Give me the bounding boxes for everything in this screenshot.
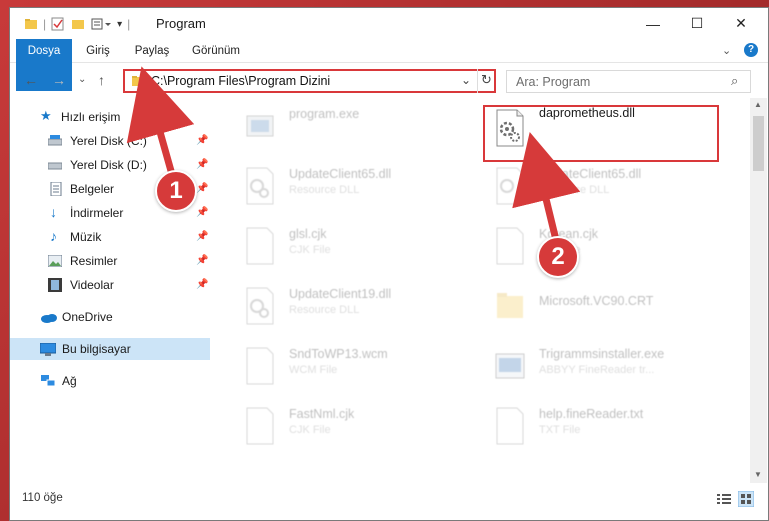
annotation-layer	[126, 66, 581, 244]
arrow-step-2	[512, 131, 581, 244]
arrow-step-1	[126, 66, 195, 182]
step-1-badge: 1	[155, 170, 197, 212]
step-2-badge: 2	[537, 236, 579, 278]
